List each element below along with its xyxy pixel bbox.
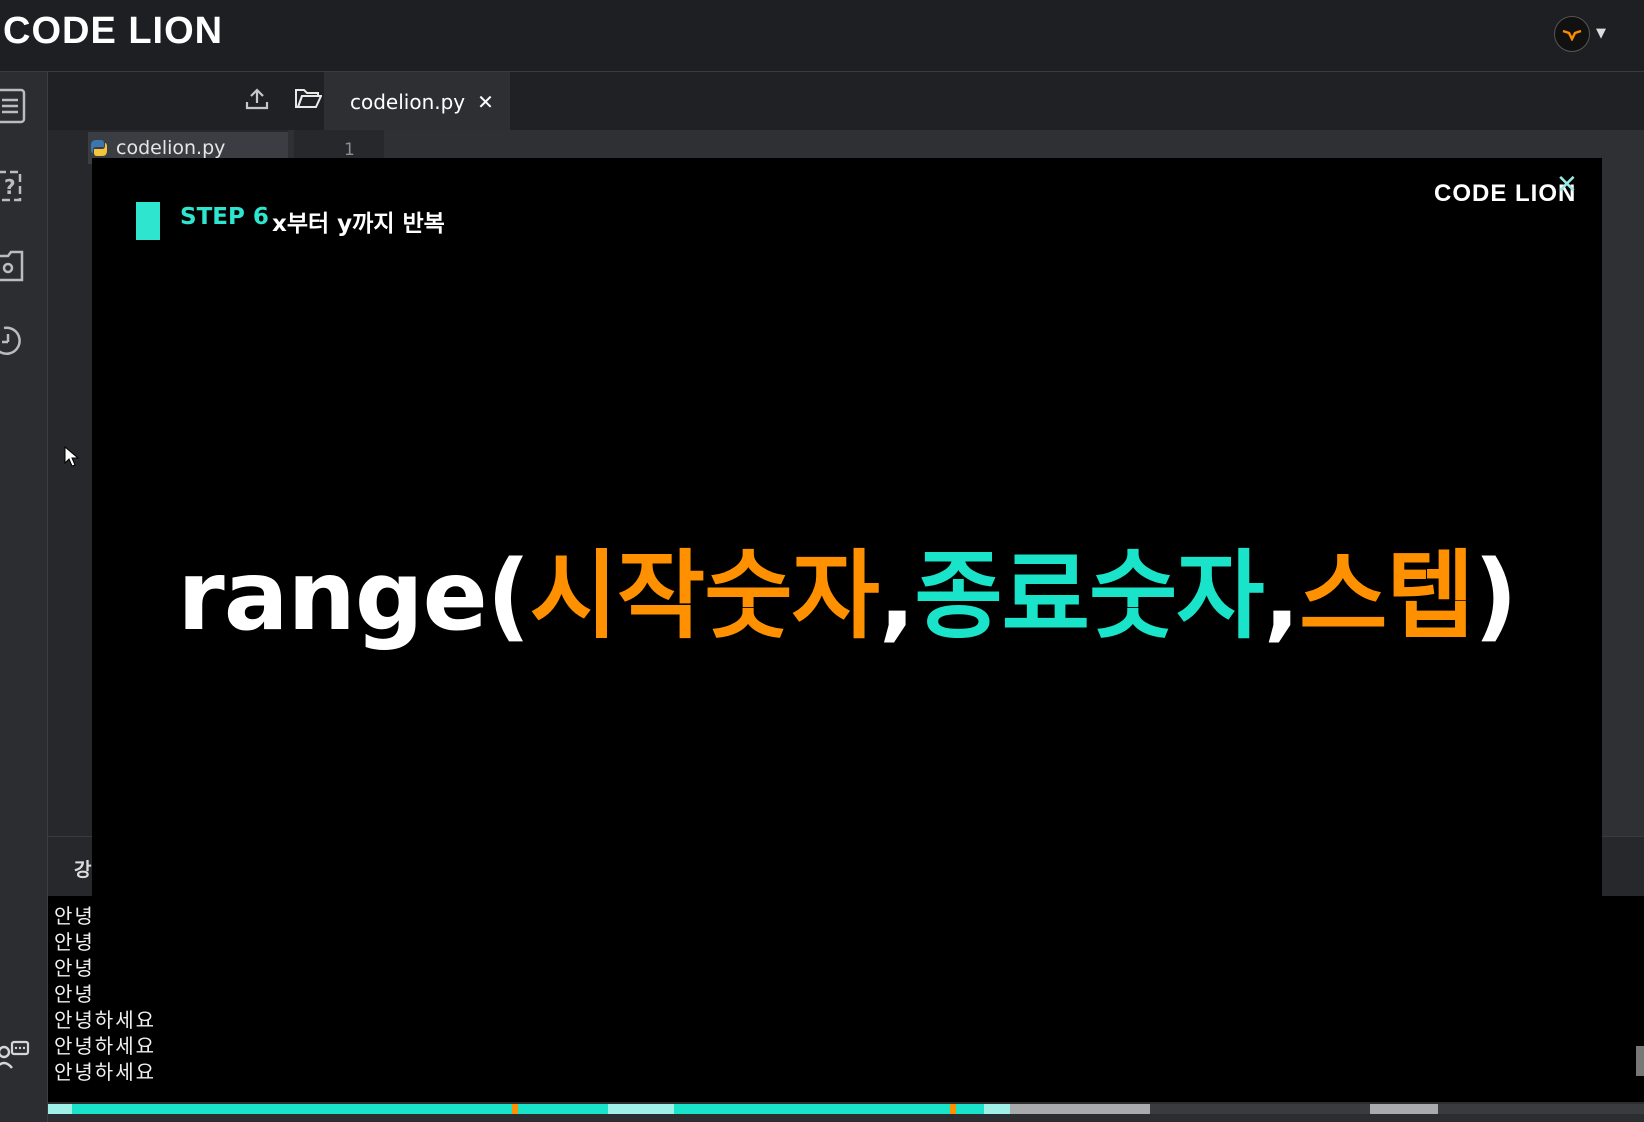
formula-start-arg: 시작숫자	[529, 540, 880, 652]
video-logo: CODE LION	[1434, 180, 1576, 210]
step-number: STEP 6	[180, 204, 269, 230]
timeline-segment	[956, 1104, 984, 1114]
chat-icon[interactable]	[0, 1038, 32, 1078]
lecture-video-player[interactable]: CODE LION ✕ STEP 6 x부터 y까지 반복 range(시작숫자…	[92, 158, 1602, 1008]
folder-icon[interactable]	[0, 248, 28, 284]
close-icon[interactable]: ✕	[477, 90, 494, 114]
formula-comma: ,	[1263, 540, 1300, 652]
formula-prefix: range(	[177, 540, 530, 652]
timeline-segment	[72, 1104, 512, 1114]
console-line: 안녕	[54, 956, 95, 980]
chevron-down-icon[interactable]: ▼	[1596, 26, 1606, 41]
open-folder-icon[interactable]	[294, 86, 322, 110]
timeline-buffered	[1010, 1104, 1150, 1114]
svg-text:?: ?	[4, 175, 16, 199]
step-marker	[136, 202, 160, 240]
video-timeline[interactable]	[48, 1104, 1644, 1114]
formula-comma: ,	[878, 540, 915, 652]
console-line: 안녕	[54, 982, 95, 1006]
range-formula: range(시작숫자,종료숫자,스텝)	[92, 518, 1602, 657]
history-icon[interactable]	[0, 322, 28, 358]
left-rail: ?	[0, 72, 48, 1122]
timeline-segment	[608, 1104, 674, 1114]
lion-face-icon	[1562, 29, 1582, 41]
timeline-segment	[518, 1104, 608, 1114]
console-line: 안녕하세요	[54, 1060, 156, 1084]
close-icon[interactable]: ✕	[1556, 170, 1578, 200]
tab-label: codelion.py	[350, 90, 466, 114]
lesson-list-icon[interactable]	[0, 88, 28, 124]
top-bar: CODE LION ▼	[0, 0, 1644, 72]
editor-tab-bar: codelion.py ✕	[288, 72, 1644, 132]
line-number: 1	[344, 140, 355, 160]
mouse-cursor-icon	[64, 446, 80, 467]
console-line: 안녕하세요	[54, 1034, 156, 1058]
formula-step-arg: 스텝	[1299, 540, 1475, 652]
timeline-segment	[674, 1104, 950, 1114]
explorer-header	[48, 72, 288, 130]
step-title: x부터 y까지 반복	[272, 211, 445, 237]
upload-icon[interactable]	[244, 86, 270, 112]
question-icon[interactable]: ?	[0, 168, 28, 204]
console-line: 안녕	[54, 904, 95, 928]
user-avatar[interactable]	[1554, 16, 1590, 52]
console-line: 안녕하세요	[54, 1008, 156, 1032]
console-scrollbar[interactable]	[1636, 1046, 1644, 1076]
formula-end-arg: 종료숫자	[914, 540, 1264, 652]
file-name: codelion.py	[116, 137, 226, 159]
console-title: 강	[74, 859, 92, 881]
tab-codelion-py[interactable]: codelion.py ✕	[324, 72, 510, 132]
formula-suffix: )	[1473, 540, 1518, 652]
timeline-segment	[984, 1104, 1010, 1114]
timeline-buffered	[1370, 1104, 1438, 1114]
console-line: 안녕	[54, 930, 95, 954]
timeline-segment	[48, 1104, 72, 1114]
python-file-icon	[91, 140, 107, 156]
codelion-logo[interactable]: CODE LION	[3, 10, 223, 56]
